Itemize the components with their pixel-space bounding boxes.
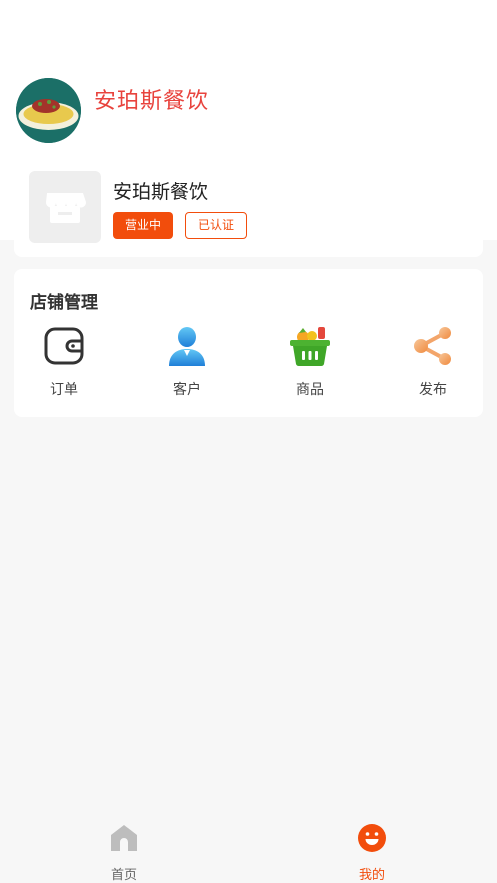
section-title: 店铺管理	[30, 293, 98, 313]
store-logo	[29, 171, 101, 243]
orders-button[interactable]: 订单	[19, 325, 109, 405]
home-icon	[111, 825, 137, 851]
avatar[interactable]	[16, 78, 81, 143]
tab-mine[interactable]: 我的	[327, 821, 417, 883]
user-icon	[169, 327, 205, 366]
wallet-icon	[44, 327, 84, 365]
tab-home-label: 首页	[110, 868, 137, 883]
header-title: 安珀斯餐饮	[94, 89, 210, 114]
tab-mine-label: 我的	[358, 868, 385, 883]
store-icon	[45, 193, 87, 223]
tab-home[interactable]: 首页	[79, 821, 169, 883]
food-plate-image	[16, 78, 81, 143]
products-button[interactable]: 商品	[265, 325, 355, 405]
orders-label: 订单	[50, 382, 78, 398]
share-icon	[414, 327, 451, 365]
store-name: 安珀斯餐饮	[113, 181, 209, 203]
status-badge: 营业中	[113, 212, 174, 239]
smile-icon	[358, 824, 386, 852]
customers-button[interactable]: 客户	[142, 325, 232, 405]
customers-label: 客户	[173, 382, 201, 398]
bottom-tab-bar: 首页 我的	[0, 815, 497, 883]
products-label: 商品	[296, 382, 324, 398]
store-card[interactable]: 安珀斯餐饮 营业中 已认证	[14, 160, 483, 257]
basket-icon	[290, 327, 330, 367]
certified-badge: 已认证	[185, 212, 248, 239]
publish-button[interactable]: 发布	[388, 325, 478, 405]
store-management-card: 店铺管理 订单 客户 商品 发布	[14, 269, 483, 417]
publish-label: 发布	[419, 382, 447, 398]
